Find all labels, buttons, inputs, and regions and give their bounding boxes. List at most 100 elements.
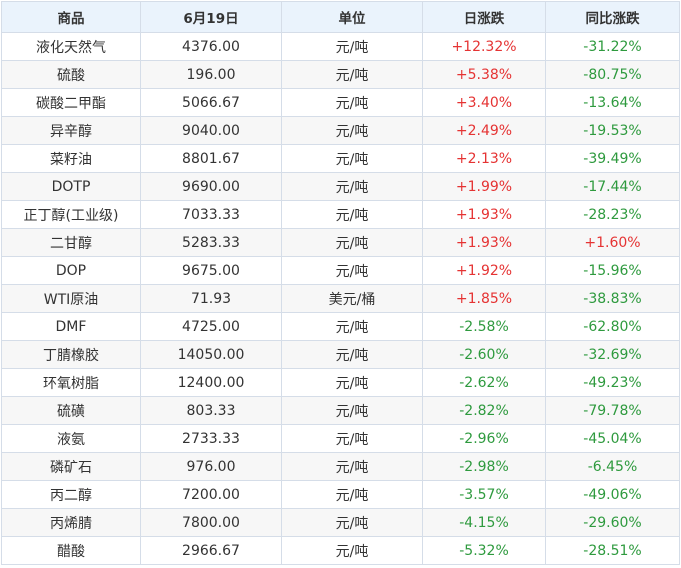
table-row: 碳酸二甲酯 5066.67 元/吨 +3.40% -13.64% [1, 88, 680, 117]
table-row: 液氨 2733.33 元/吨 -2.96% -45.04% [1, 424, 680, 453]
price-cell: 4376.00 [140, 32, 282, 61]
unit-cell: 元/吨 [281, 60, 423, 89]
table-row: DMF 4725.00 元/吨 -2.58% -62.80% [1, 312, 680, 341]
commodity-name-cell: 硫磺 [1, 396, 141, 425]
daily-change-cell: -3.57% [422, 480, 546, 509]
daily-change-cell: +1.85% [422, 284, 546, 313]
price-cell: 4725.00 [140, 312, 282, 341]
table-body: 液化天然气 4376.00 元/吨 +12.32% -31.22% 硫酸 196.00 元/吨… [1, 32, 680, 565]
table-row: 磷矿石 976.00 元/吨 -2.98% -6.45% [1, 452, 680, 481]
yoy-change-cell: -49.06% [545, 480, 680, 509]
daily-change-cell: -4.15% [422, 508, 546, 537]
price-cell: 71.93 [140, 284, 282, 313]
yoy-change-cell: -45.04% [545, 424, 680, 453]
commodity-name-cell: 二甘醇 [1, 228, 141, 257]
yoy-change-cell: -39.49% [545, 144, 680, 173]
price-cell: 2966.67 [140, 536, 282, 565]
price-cell: 9675.00 [140, 256, 282, 285]
price-cell: 5066.67 [140, 88, 282, 117]
commodity-name-cell: 正丁醇(工业级) [1, 200, 141, 229]
unit-cell: 元/吨 [281, 312, 423, 341]
table-row: 硫磺 803.33 元/吨 -2.82% -79.78% [1, 396, 680, 425]
unit-cell: 元/吨 [281, 508, 423, 537]
commodity-name-cell: 菜籽油 [1, 144, 141, 173]
commodity-name-cell: WTI原油 [1, 284, 141, 313]
daily-change-cell: -2.98% [422, 452, 546, 481]
header-commodity[interactable]: 商品 [1, 1, 141, 33]
yoy-change-cell: -80.75% [545, 60, 680, 89]
daily-change-cell: -5.32% [422, 536, 546, 565]
table-row: 正丁醇(工业级) 7033.33 元/吨 +1.93% -28.23% [1, 200, 680, 229]
commodity-name-cell: 液氨 [1, 424, 141, 453]
daily-change-cell: -2.60% [422, 340, 546, 369]
price-cell: 9040.00 [140, 116, 282, 145]
unit-cell: 元/吨 [281, 340, 423, 369]
yoy-change-cell: -6.45% [545, 452, 680, 481]
header-daily-change[interactable]: 日涨跌 [422, 1, 546, 33]
daily-change-cell: +12.32% [422, 32, 546, 61]
price-cell: 9690.00 [140, 172, 282, 201]
table-row: DOTP 9690.00 元/吨 +1.99% -17.44% [1, 172, 680, 201]
unit-cell: 元/吨 [281, 424, 423, 453]
unit-cell: 元/吨 [281, 396, 423, 425]
yoy-change-cell: -31.22% [545, 32, 680, 61]
header-yoy-change[interactable]: 同比涨跌 [545, 1, 680, 33]
table-row: WTI原油 71.93 美元/桶 +1.85% -38.83% [1, 284, 680, 313]
daily-change-cell: +2.49% [422, 116, 546, 145]
price-cell: 196.00 [140, 60, 282, 89]
unit-cell: 元/吨 [281, 88, 423, 117]
unit-cell: 元/吨 [281, 200, 423, 229]
yoy-change-cell: -15.96% [545, 256, 680, 285]
yoy-change-cell: -13.64% [545, 88, 680, 117]
price-cell: 7800.00 [140, 508, 282, 537]
yoy-change-cell: -79.78% [545, 396, 680, 425]
commodity-name-cell: 丙烯腈 [1, 508, 141, 537]
unit-cell: 元/吨 [281, 116, 423, 145]
table-row: 丙烯腈 7800.00 元/吨 -4.15% -29.60% [1, 508, 680, 537]
commodity-name-cell: DOTP [1, 172, 141, 201]
commodity-name-cell: DMF [1, 312, 141, 341]
table-row: 硫酸 196.00 元/吨 +5.38% -80.75% [1, 60, 680, 89]
table-row: 环氧树脂 12400.00 元/吨 -2.62% -49.23% [1, 368, 680, 397]
yoy-change-cell: -62.80% [545, 312, 680, 341]
yoy-change-cell: -38.83% [545, 284, 680, 313]
table-header: 商品 6月19日 单位 日涨跌 同比涨跌 [1, 1, 680, 33]
yoy-change-cell: -17.44% [545, 172, 680, 201]
daily-change-cell: +5.38% [422, 60, 546, 89]
commodity-name-cell: 丙二醇 [1, 480, 141, 509]
table-row: 液化天然气 4376.00 元/吨 +12.32% -31.22% [1, 32, 680, 61]
daily-change-cell: +1.99% [422, 172, 546, 201]
header-date[interactable]: 6月19日 [140, 1, 282, 33]
header-row: 商品 6月19日 单位 日涨跌 同比涨跌 [1, 1, 680, 33]
header-unit[interactable]: 单位 [281, 1, 423, 33]
yoy-change-cell: -28.51% [545, 536, 680, 565]
commodity-name-cell: 醋酸 [1, 536, 141, 565]
commodity-name-cell: 液化天然气 [1, 32, 141, 61]
table-row: 丙二醇 7200.00 元/吨 -3.57% -49.06% [1, 480, 680, 509]
daily-change-cell: -2.62% [422, 368, 546, 397]
unit-cell: 元/吨 [281, 368, 423, 397]
daily-change-cell: -2.82% [422, 396, 546, 425]
table-row: DOP 9675.00 元/吨 +1.92% -15.96% [1, 256, 680, 285]
unit-cell: 元/吨 [281, 228, 423, 257]
price-cell: 7200.00 [140, 480, 282, 509]
daily-change-cell: +1.93% [422, 228, 546, 257]
daily-change-cell: +1.93% [422, 200, 546, 229]
price-cell: 2733.33 [140, 424, 282, 453]
commodity-name-cell: 异辛醇 [1, 116, 141, 145]
daily-change-cell: -2.96% [422, 424, 546, 453]
yoy-change-cell: -49.23% [545, 368, 680, 397]
yoy-change-cell: -28.23% [545, 200, 680, 229]
commodity-name-cell: 磷矿石 [1, 452, 141, 481]
daily-change-cell: +1.92% [422, 256, 546, 285]
unit-cell: 元/吨 [281, 480, 423, 509]
commodity-name-cell: 丁腈橡胶 [1, 340, 141, 369]
commodity-name-cell: 环氧树脂 [1, 368, 141, 397]
table-row: 丁腈橡胶 14050.00 元/吨 -2.60% -32.69% [1, 340, 680, 369]
commodity-name-cell: 碳酸二甲酯 [1, 88, 141, 117]
yoy-change-cell: +1.60% [545, 228, 680, 257]
price-cell: 803.33 [140, 396, 282, 425]
price-cell: 8801.67 [140, 144, 282, 173]
daily-change-cell: +3.40% [422, 88, 546, 117]
price-cell: 976.00 [140, 452, 282, 481]
